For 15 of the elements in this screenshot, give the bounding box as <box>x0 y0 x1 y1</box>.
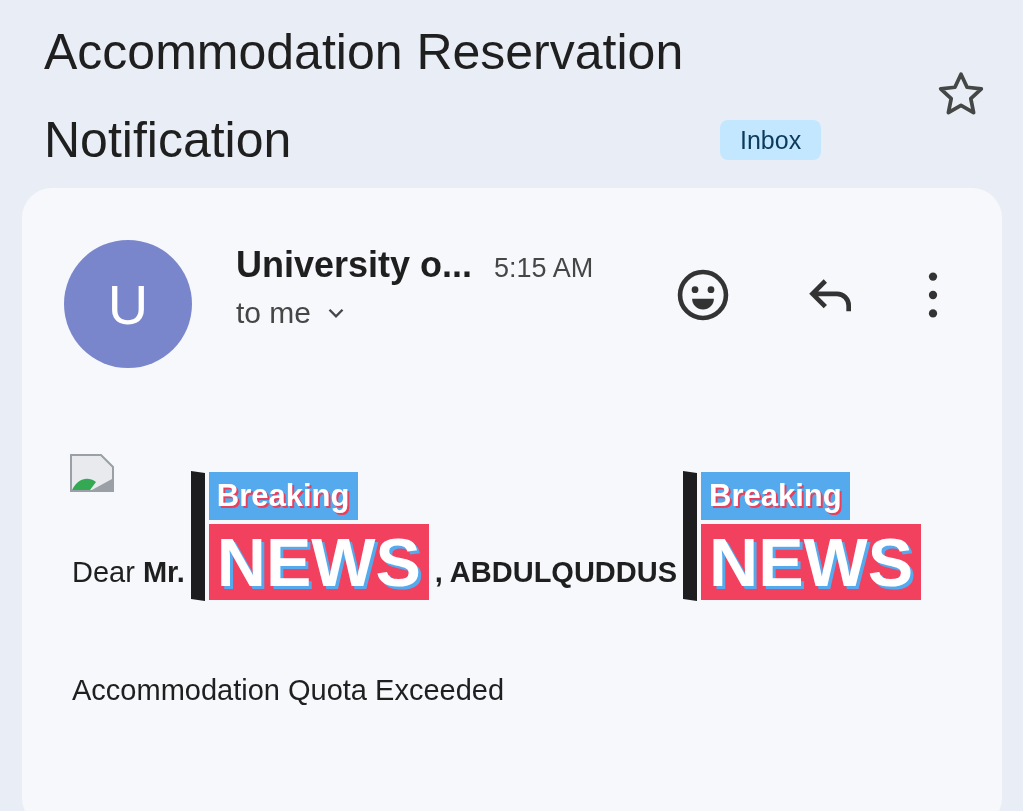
breaking-banner: Breaking <box>701 472 850 520</box>
greeting-text: Dear Mr. <box>72 555 185 590</box>
message-time: 5:15 AM <box>494 253 594 284</box>
recipient-text: to me <box>236 296 312 330</box>
breaking-banner: Breaking <box>208 472 358 520</box>
inbox-label[interactable]: Inbox <box>720 120 822 160</box>
news-banner: NEWS <box>701 524 922 600</box>
broken-image-icon <box>70 454 114 492</box>
greeting-text: , ABDULQUDDUS <box>434 555 678 590</box>
sender-avatar: U <box>64 240 192 368</box>
message-body: Accommodation Quota Exceeded <box>72 674 506 707</box>
more-options-icon[interactable] <box>928 272 938 318</box>
news-banner: NEWS <box>208 524 429 600</box>
email-subject: Accommodation Reservation Notification <box>44 23 685 170</box>
sender-name: University o... <box>236 244 473 286</box>
